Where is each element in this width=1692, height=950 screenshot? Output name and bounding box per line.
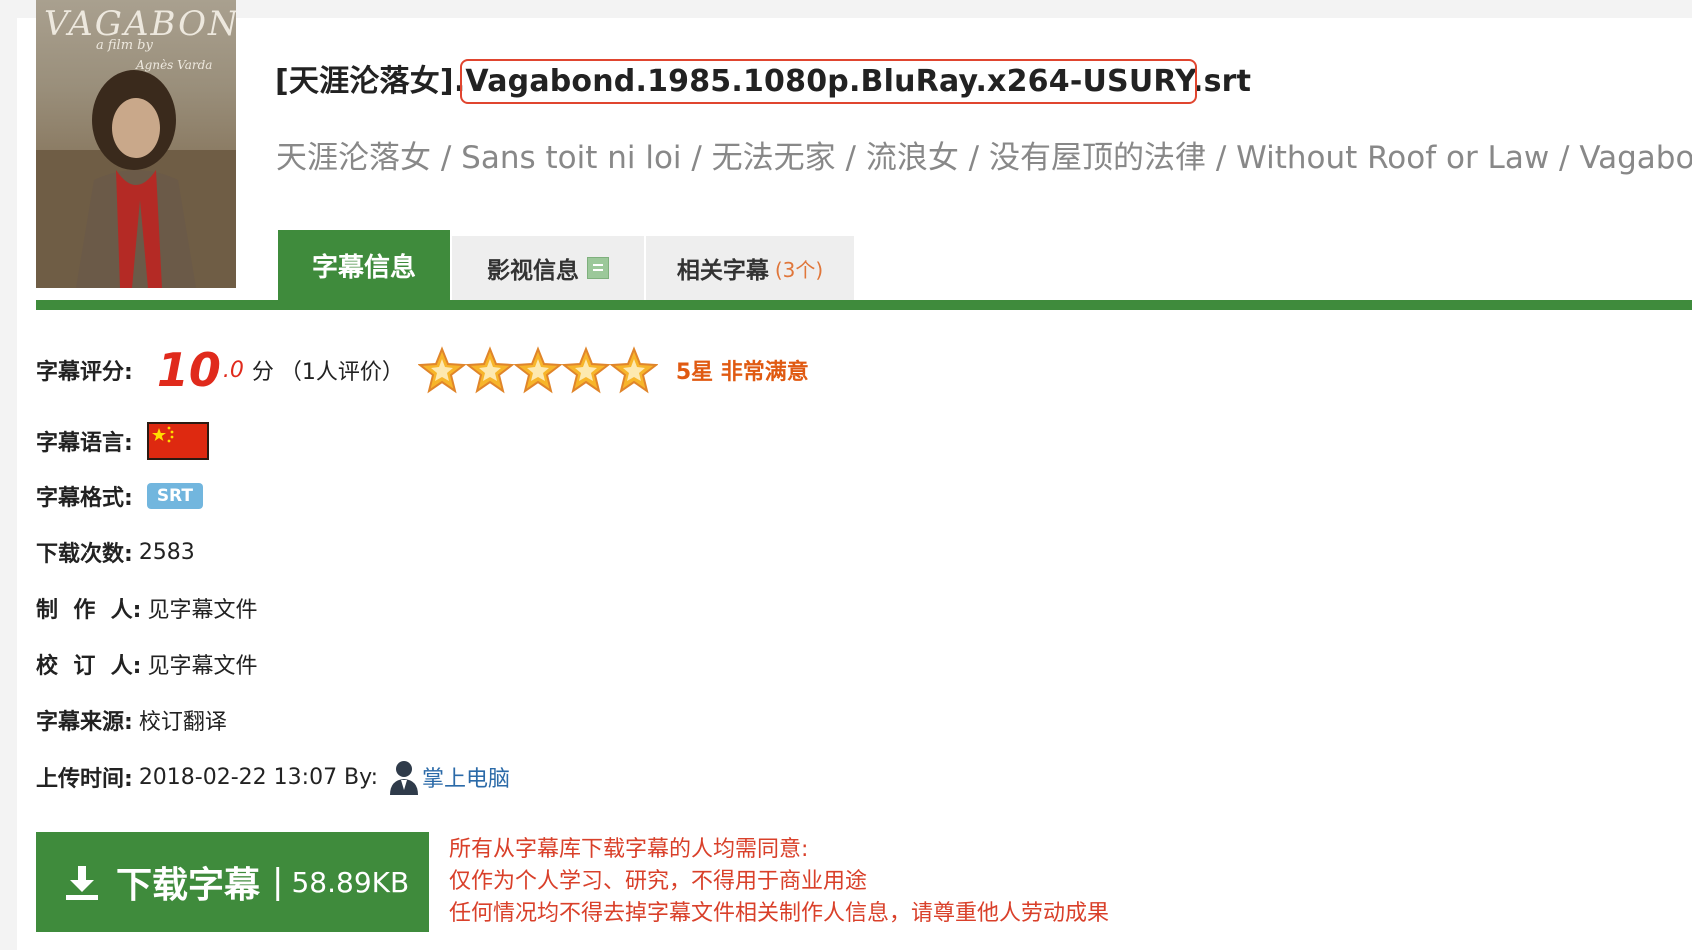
tab-label: 字幕信息	[311, 252, 416, 283]
downloads-row: 下载次数: 2583	[36, 534, 195, 570]
title-suffix: .srt	[1192, 64, 1252, 99]
source-row: 字幕来源: 校订翻译	[36, 702, 227, 738]
related-count: (3个)	[774, 257, 824, 282]
downloads-label: 下载次数:	[36, 542, 133, 567]
rating-unit: 分	[251, 360, 274, 385]
download-notice: 所有从字幕库下载字幕的人均需同意: 仅作为个人学习、研究，不得用于商业用途 任何…	[449, 834, 1109, 930]
tab-movie-info[interactable]: 影视信息	[452, 236, 644, 300]
source-label: 字幕来源:	[36, 710, 133, 735]
title-highlight: Vagabond.1985.1080p.BluRay.x264-USURY	[460, 59, 1198, 104]
star-icon	[417, 346, 466, 394]
upload-row: 上传时间: 2018-02-22 13:07 By: 掌上电脑	[36, 755, 510, 799]
download-size: 58.89KB	[291, 865, 410, 899]
format-badge: SRT	[146, 483, 203, 509]
language-row: 字幕语言:	[36, 420, 209, 462]
rating-decimal: .0	[222, 357, 244, 383]
format-row: 字幕格式: SRT	[36, 478, 203, 514]
format-label: 字幕格式:	[36, 486, 133, 511]
user-avatar-icon	[389, 761, 418, 795]
language-label: 字幕语言:	[36, 431, 133, 456]
star-icon	[561, 346, 610, 394]
tab-related-subtitles[interactable]: 相关字幕 (3个)	[646, 236, 854, 300]
subtitle-title: [天涯沦落女].Vagabond.1985.1080p.BluRay.x264-…	[275, 56, 1252, 104]
poster-line-1: a film by	[96, 38, 153, 53]
star-icon	[465, 346, 514, 394]
upload-label: 上传时间:	[36, 767, 133, 792]
maker-row: 制 作 人: 见字幕文件	[36, 590, 257, 626]
star-icon	[609, 346, 658, 394]
title-prefix: [天涯沦落女].	[275, 64, 466, 99]
notice-line: 所有从字幕库下载字幕的人均需同意:	[449, 837, 809, 862]
proofreader-row: 校 订 人: 见字幕文件	[36, 646, 257, 682]
download-separator: |	[272, 862, 284, 902]
document-icon	[587, 257, 609, 279]
china-flag-icon	[146, 422, 209, 460]
download-icon	[66, 866, 98, 900]
uploader-link[interactable]: 掌上电脑	[422, 761, 510, 793]
movie-poster[interactable]: VAGABOND a film by Agnès Varda	[36, 0, 236, 288]
source-value: 校订翻译	[138, 710, 227, 735]
proofreader-value: 见字幕文件	[147, 654, 258, 679]
rating-stars[interactable]	[417, 346, 658, 394]
maker-value: 见字幕文件	[147, 598, 258, 623]
notice-line: 仅作为个人学习、研究，不得用于商业用途	[449, 869, 868, 894]
download-label: 下载字幕	[116, 865, 261, 906]
tab-subtitle-info[interactable]: 字幕信息	[278, 230, 450, 300]
download-button[interactable]: 下载字幕 | 58.89KB	[36, 832, 429, 932]
notice-line: 任何情况均不得去掉字幕文件相关制作人信息，请尊重他人劳动成果	[449, 901, 1110, 926]
rating-verdict: 5星 非常满意	[675, 360, 809, 385]
tab-label: 影视信息	[487, 258, 579, 284]
maker-label: 制 作 人:	[36, 598, 142, 623]
downloads-value: 2583	[138, 539, 195, 565]
rating-votes: （1人评价）	[279, 360, 404, 385]
rating-label: 字幕评分:	[36, 360, 133, 385]
rating-score: 10	[156, 343, 221, 397]
poster-line-2: Agnès Varda	[136, 58, 213, 72]
alternate-titles: 天涯沦落女 / Sans toit ni loi / 无法无家 / 流浪女 / …	[276, 140, 1692, 176]
tab-underline	[36, 300, 1692, 310]
upload-value: 2018-02-22 13:07 By:	[138, 764, 378, 790]
proofreader-label: 校 订 人:	[36, 654, 142, 679]
tab-label: 相关字幕	[676, 258, 769, 284]
rating-row: 字幕评分: 10 .0 分 （1人评价） 5星 非常满意	[36, 340, 809, 400]
star-icon	[513, 346, 562, 394]
